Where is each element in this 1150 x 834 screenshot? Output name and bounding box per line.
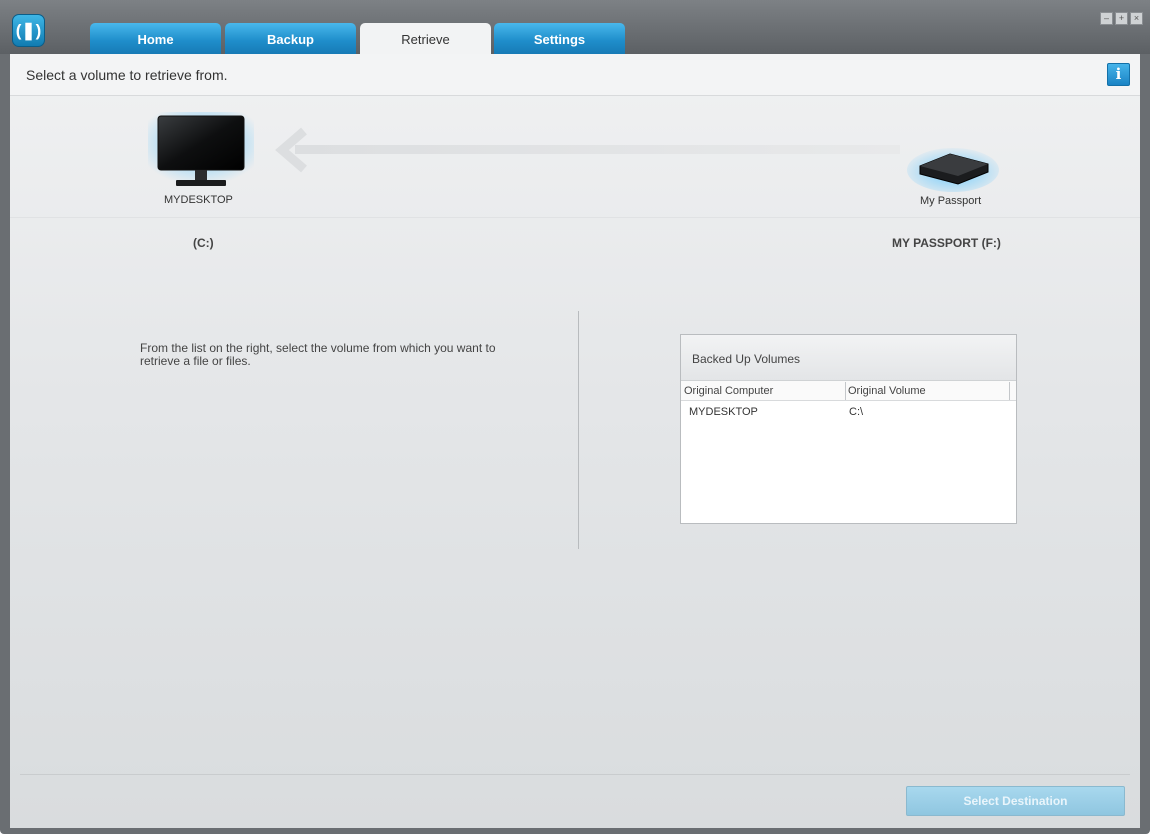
panel-title: Backed Up Volumes (692, 352, 801, 366)
table-row[interactable]: MYDESKTOP C:\ (681, 403, 1016, 421)
source-device-name: MYDESKTOP (164, 194, 233, 206)
footer-divider (20, 774, 1130, 775)
row-original-computer: MYDESKTOP (689, 406, 758, 418)
panel-header: Backed Up Volumes (681, 335, 1016, 381)
maximize-button[interactable]: + (1115, 12, 1128, 25)
target-volume-label: MY PASSPORT (F:) (892, 236, 1001, 250)
info-icon[interactable]: i (1107, 63, 1130, 86)
external-drive-icon (907, 148, 999, 192)
app-logo-icon[interactable]: (❚) (12, 14, 45, 47)
column-header-original-volume[interactable]: Original Volume (848, 385, 926, 397)
column-header-original-computer[interactable]: Original Computer (684, 385, 773, 397)
header-bar: Select a volume to retrieve from. i (10, 54, 1140, 96)
divider (10, 217, 1140, 218)
monitor-icon (148, 112, 254, 186)
minimize-button[interactable]: – (1100, 12, 1113, 25)
source-volume-label: (C:) (193, 236, 214, 250)
row-original-volume: C:\ (849, 406, 864, 418)
column-separator[interactable] (1009, 382, 1010, 400)
target-device-name: My Passport (920, 195, 982, 207)
tab-home[interactable]: Home (90, 23, 221, 55)
transfer-arrow-line (295, 145, 900, 154)
transfer-arrow-icon (275, 127, 307, 173)
vertical-divider (578, 311, 579, 549)
page-instruction-title: Select a volume to retrieve from. (26, 67, 228, 83)
app-window: (❚) Home Backup Retrieve Settings – + × … (0, 0, 1150, 834)
close-button[interactable]: × (1130, 12, 1143, 25)
column-separator[interactable] (845, 382, 846, 400)
select-destination-button[interactable]: Select Destination (906, 786, 1125, 816)
tab-retrieve[interactable]: Retrieve (360, 23, 491, 56)
instructions-text: From the list on the right, select the v… (140, 341, 496, 368)
window-controls: – + × (1100, 12, 1143, 25)
tab-backup[interactable]: Backup (225, 23, 356, 55)
column-headers: Original Computer Original Volume (681, 381, 1016, 401)
title-bar: (❚) Home Backup Retrieve Settings – + × (0, 0, 1150, 56)
backed-up-volumes-list: Backed Up Volumes Original Computer Orig… (680, 334, 1017, 524)
retrieve-panel: Select a volume to retrieve from. i MYDE… (10, 54, 1140, 828)
tab-settings[interactable]: Settings (494, 23, 625, 55)
